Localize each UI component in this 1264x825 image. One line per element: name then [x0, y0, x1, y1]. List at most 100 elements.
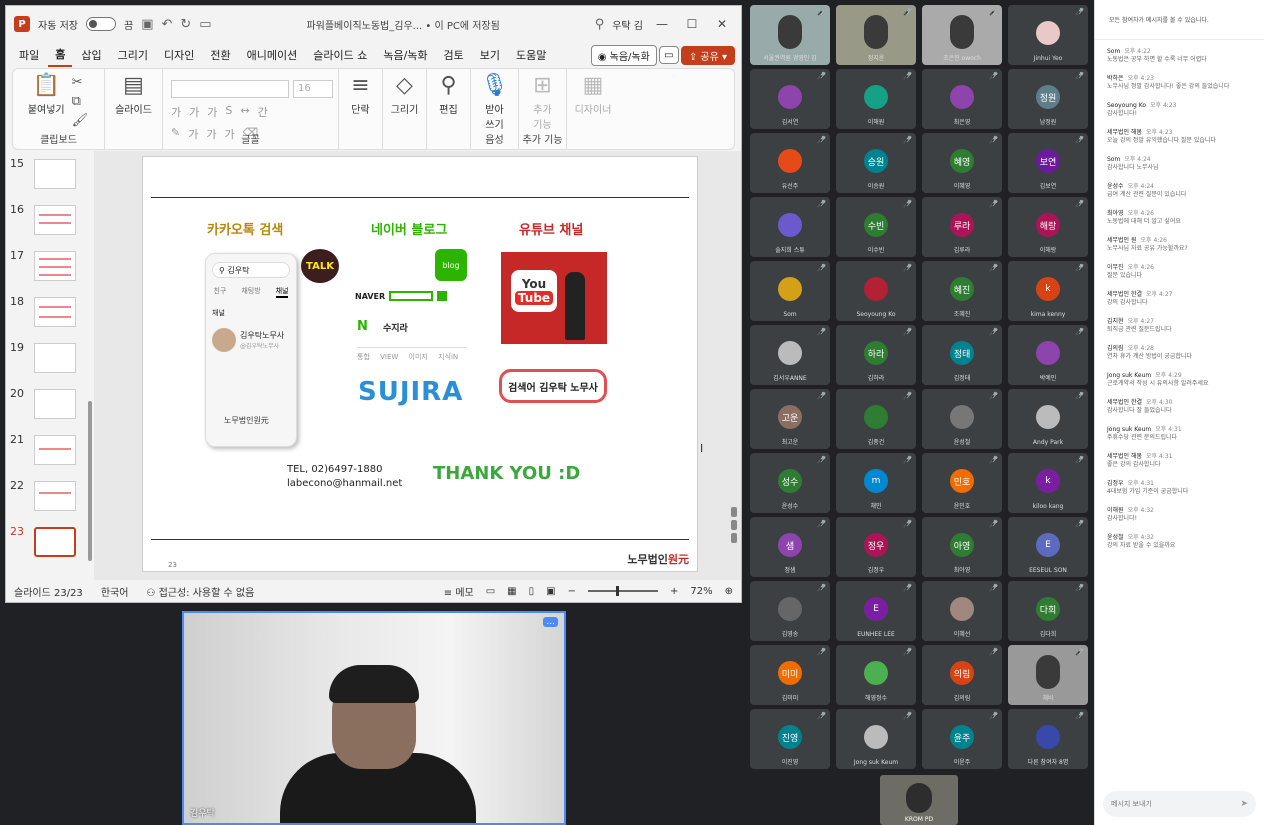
- participant-tile[interactable]: 🎤̸ Som: [750, 261, 830, 321]
- slide-sorter-icon[interactable]: ▦: [507, 586, 516, 597]
- participant-tile[interactable]: 미미 🎤̸ 김미미: [750, 645, 830, 705]
- thumbnail-16[interactable]: 16: [6, 203, 92, 243]
- tab-animations[interactable]: 애니메이션: [240, 44, 305, 66]
- undo-icon[interactable]: ↶: [161, 17, 172, 32]
- current-slide[interactable]: 카카오톡 검색 네이버 블로그 유튜브 채널 ⚲ 김우탁 친구 채팅방 채널 채…: [142, 156, 698, 572]
- addins-button[interactable]: ⊞ 추가 기능: [533, 73, 551, 131]
- dictate-button[interactable]: 🎙 받아 쓰기: [481, 73, 509, 131]
- participant-tile[interactable]: 고운 🎤̸ 최고운: [750, 389, 830, 449]
- cut-icon[interactable]: ✂: [72, 75, 89, 90]
- paragraph-button[interactable]: ≡ 단락: [351, 73, 369, 116]
- participant-tile[interactable]: 🎤̸ 다른 참여자 8명: [1008, 709, 1088, 769]
- participant-tile[interactable]: E 🎤̸ EUNHEE LEE: [836, 581, 916, 641]
- save-icon[interactable]: ▣: [141, 17, 153, 32]
- copy-icon[interactable]: ⧉: [72, 94, 89, 109]
- thumbnail-18[interactable]: 18: [6, 295, 92, 335]
- start-presentation-icon[interactable]: ▭: [199, 17, 211, 32]
- editing-button[interactable]: ⚲ 편집: [439, 73, 457, 116]
- thumbnail-15[interactable]: 15: [6, 157, 92, 197]
- participant-tile[interactable]: 🎤̸ Jinhui Yeo: [1008, 5, 1088, 65]
- chat-messages[interactable]: Som 오후 4:22 노동법은 공부 하면 할 수록 너무 어렵다 박하은 오후 4:…: [1095, 46, 1264, 785]
- italic-icon[interactable]: 가: [189, 104, 199, 120]
- participant-tile[interactable]: 민호 🎤̸ 윤민호: [922, 453, 1002, 513]
- close-button[interactable]: ✕: [711, 17, 733, 31]
- participant-tile[interactable]: 아영 🎤̸ 최아영: [922, 517, 1002, 577]
- participant-tile[interactable]: k 🎤̸ kiloo kang: [1008, 453, 1088, 513]
- thumbnail-21[interactable]: 21: [6, 433, 92, 473]
- self-video[interactable]: KROM PD: [880, 775, 958, 825]
- participant-tile[interactable]: k 🎤̸ kima kenny: [1008, 261, 1088, 321]
- slideshow-icon[interactable]: ▣: [546, 586, 555, 597]
- participant-tile[interactable]: 🎤̸ Jong suk Keum: [836, 709, 916, 769]
- send-icon[interactable]: ➤: [1240, 799, 1248, 809]
- tab-review[interactable]: 검토: [437, 44, 471, 66]
- thumbnail-23[interactable]: 23: [6, 525, 92, 565]
- participant-tile[interactable]: 🎤̸ 서울권역원 경영인 김: [750, 5, 830, 65]
- participant-tile[interactable]: 🎤̸ 해영정수: [836, 645, 916, 705]
- thumbnail-19[interactable]: 19: [6, 341, 92, 381]
- participant-tile[interactable]: 성수 🎤̸ 윤성수: [750, 453, 830, 513]
- participant-tile[interactable]: 정우 🎤̸ 김정우: [836, 517, 916, 577]
- tab-insert[interactable]: 삽입: [74, 44, 108, 66]
- document-title[interactable]: 파워플베이직노동법_김우... • 이 PC에 저장됨: [220, 17, 587, 32]
- chat-input[interactable]: 메시지 보내기 ➤: [1103, 791, 1256, 817]
- tab-draw[interactable]: 그리기: [111, 44, 155, 66]
- participant-tile[interactable]: 🎤̸ 조은진 owoch: [922, 5, 1002, 65]
- redo-icon[interactable]: ↻: [180, 17, 191, 32]
- designer-button[interactable]: ▦ 디자이너: [575, 73, 612, 116]
- comment-icon[interactable]: ▭: [658, 46, 679, 64]
- thumbnail-scrollbar[interactable]: [88, 401, 92, 561]
- tab-slideshow[interactable]: 슬라이드 쇼: [306, 44, 374, 66]
- participant-tile[interactable]: 🎤̸ 박예인: [1008, 325, 1088, 385]
- participant-tile[interactable]: 🎤̸ 김영송: [750, 581, 830, 641]
- autosave-toggle[interactable]: [85, 17, 116, 31]
- participant-tile[interactable]: 윤주 🎤̸ 이윤주: [922, 709, 1002, 769]
- tab-design[interactable]: 디자인: [157, 44, 201, 66]
- record-button[interactable]: ◉ 녹음/녹화: [590, 44, 657, 66]
- user-name[interactable]: 우탁 김: [612, 17, 643, 32]
- minimize-button[interactable]: —: [651, 17, 673, 31]
- maximize-button[interactable]: ☐: [681, 17, 703, 31]
- bold-icon[interactable]: 가: [171, 104, 181, 120]
- participant-tile[interactable]: 🎤̸ 이해원: [836, 69, 916, 129]
- accessibility-status[interactable]: ⚇ 접근성: 사용할 수 없음: [146, 584, 254, 599]
- participant-tile[interactable]: E 🎤̸ EESEUL SON: [1008, 517, 1088, 577]
- participant-tile[interactable]: 🎤̸ 윤성철: [922, 389, 1002, 449]
- new-slide-button[interactable]: ▤ 슬라이드: [115, 73, 152, 116]
- participant-tile[interactable]: 🎤̸ Seoyoung Ko: [836, 261, 916, 321]
- case-icon[interactable]: 간: [258, 104, 268, 120]
- thumbnail-22[interactable]: 22: [6, 479, 92, 519]
- search-icon[interactable]: ⚲: [595, 17, 605, 32]
- tab-home[interactable]: 홈: [48, 43, 73, 67]
- participant-tile[interactable]: 🎤̸ Andy Park: [1008, 389, 1088, 449]
- participant-tile[interactable]: 수빈 🎤̸ 이수빈: [836, 197, 916, 257]
- participant-tile[interactable]: 해랑 🎤̸ 이해랑: [1008, 197, 1088, 257]
- underline-icon[interactable]: 가: [207, 104, 217, 120]
- font-size-select[interactable]: 16: [293, 80, 333, 98]
- participant-tile[interactable]: 🎤̸ 유선주: [750, 133, 830, 193]
- tab-transitions[interactable]: 전환: [203, 44, 237, 66]
- tab-record[interactable]: 녹음/녹화: [376, 44, 434, 66]
- spacing-icon[interactable]: ↔: [240, 104, 249, 120]
- zoom-in-icon[interactable]: +: [670, 586, 678, 597]
- zoom-out-icon[interactable]: −: [568, 586, 576, 597]
- participant-tile[interactable]: 🎤̸ 김서우ANNE: [750, 325, 830, 385]
- participant-tile[interactable]: 🎤̸ 솔지희 스튜: [750, 197, 830, 257]
- participant-tile[interactable]: 의림 🎤̸ 김의림: [922, 645, 1002, 705]
- reading-view-icon[interactable]: ▯: [529, 586, 535, 597]
- normal-view-icon[interactable]: ▭: [486, 586, 495, 597]
- participant-tile[interactable]: 정태 🎤̸ 김정태: [922, 325, 1002, 385]
- paste-button[interactable]: 📋 붙여넣기: [28, 73, 65, 116]
- language[interactable]: 한국어: [101, 584, 129, 599]
- speaker-video[interactable]: ... 김우탁: [182, 611, 566, 825]
- participant-tile[interactable]: 혜진 🎤̸ 조혜진: [922, 261, 1002, 321]
- participant-tile[interactable]: 정원 🎤̸ 남정원: [1008, 69, 1088, 129]
- participant-tile[interactable]: 🎤̸ 정지윤: [836, 5, 916, 65]
- tab-file[interactable]: 파일: [12, 44, 46, 66]
- video-menu-icon[interactable]: ...: [543, 617, 558, 627]
- participant-tile[interactable]: m 🎤̸ 채민: [836, 453, 916, 513]
- drawing-button[interactable]: ◇ 그리기: [391, 73, 419, 116]
- participant-tile[interactable]: 보연 🎤̸ 김보연: [1008, 133, 1088, 193]
- zoom-level[interactable]: 72%: [690, 586, 712, 597]
- tab-help[interactable]: 도움말: [509, 44, 553, 66]
